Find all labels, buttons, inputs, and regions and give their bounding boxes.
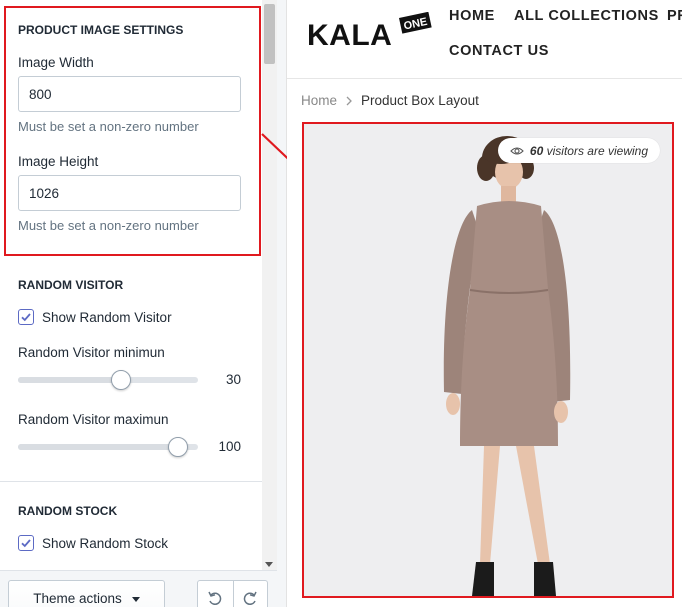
theme-actions-button[interactable]: Theme actions — [8, 580, 165, 607]
random-stock-title: RANDOM STOCK — [18, 504, 118, 518]
store-logo[interactable]: KALA ONE — [305, 12, 433, 54]
slider-thumb[interactable] — [110, 370, 131, 390]
redo-icon — [243, 591, 257, 605]
visitor-min-label: Random Visitor minimun — [18, 345, 165, 360]
scrollbar-thumb[interactable] — [264, 4, 275, 64]
image-settings-title: PRODUCT IMAGE SETTINGS — [18, 23, 184, 37]
slider-fill — [18, 377, 121, 383]
show-random-visitor-checkbox[interactable]: Show Random Visitor — [18, 308, 172, 326]
image-width-input[interactable] — [18, 76, 241, 112]
visitor-max-value: 100 — [218, 439, 241, 454]
logo-text: KALA — [307, 19, 392, 52]
show-random-visitor-label: Show Random Visitor — [42, 309, 172, 325]
scroll-down-arrow-icon[interactable] — [265, 562, 273, 567]
section-divider — [0, 481, 262, 482]
show-random-stock-label: Show Random Stock — [42, 535, 169, 551]
nav-home[interactable]: HOME — [449, 8, 495, 24]
panel-separator — [277, 0, 287, 607]
image-height-help: Must be set a non-zero number — [18, 218, 199, 233]
checkbox-checked-icon — [18, 309, 34, 325]
undo-redo-group — [197, 580, 268, 607]
image-width-help: Must be set a non-zero number — [18, 119, 199, 134]
slider-thumb[interactable] — [168, 437, 189, 457]
visitor-max-slider[interactable] — [18, 437, 198, 457]
image-height-label: Image Height — [18, 154, 99, 169]
product-photo — [304, 124, 672, 596]
breadcrumb: Home Product Box Layout — [301, 93, 479, 108]
breadcrumb-home[interactable]: Home — [301, 93, 337, 108]
visitors-text: visitors are viewing — [546, 143, 648, 158]
visitor-min-slider[interactable] — [18, 370, 198, 390]
nav-all-collections[interactable]: ALL COLLECTIONS — [514, 8, 659, 24]
store-preview: KALA ONE HOME ALL COLLECTIONS PR CONTACT… — [287, 0, 682, 607]
breadcrumb-current: Product Box Layout — [361, 93, 479, 108]
chevron-right-icon — [346, 96, 352, 105]
nav-contact-us[interactable]: CONTACT US — [449, 43, 549, 59]
random-visitor-title: RANDOM VISITOR — [18, 278, 124, 292]
eye-icon — [510, 146, 524, 155]
image-width-label: Image Width — [18, 55, 94, 70]
theme-actions-label: Theme actions — [33, 590, 122, 606]
settings-panel: PRODUCT IMAGE SETTINGS Image Width Must … — [0, 0, 262, 570]
image-height-input[interactable] — [18, 175, 241, 211]
undo-button[interactable] — [198, 581, 233, 607]
header-divider — [287, 78, 682, 79]
visitors-badge: 60 visitors are viewing — [497, 138, 660, 163]
slider-fill — [18, 444, 179, 450]
show-random-stock-checkbox[interactable]: Show Random Stock — [18, 534, 168, 552]
nav-products-truncated[interactable]: PR — [667, 8, 682, 24]
visitors-count: 60 — [529, 143, 544, 158]
caret-down-icon — [131, 596, 140, 602]
undo-icon — [208, 591, 222, 605]
visitor-min-value: 30 — [225, 372, 241, 387]
visitor-max-label: Random Visitor maximun — [18, 412, 169, 427]
panel-scrollbar[interactable] — [262, 0, 277, 570]
redo-button[interactable] — [232, 581, 268, 607]
checkbox-checked-icon — [18, 535, 34, 551]
bottom-action-bar: Theme actions — [0, 570, 277, 607]
product-image[interactable]: 60 visitors are viewing — [302, 122, 674, 598]
